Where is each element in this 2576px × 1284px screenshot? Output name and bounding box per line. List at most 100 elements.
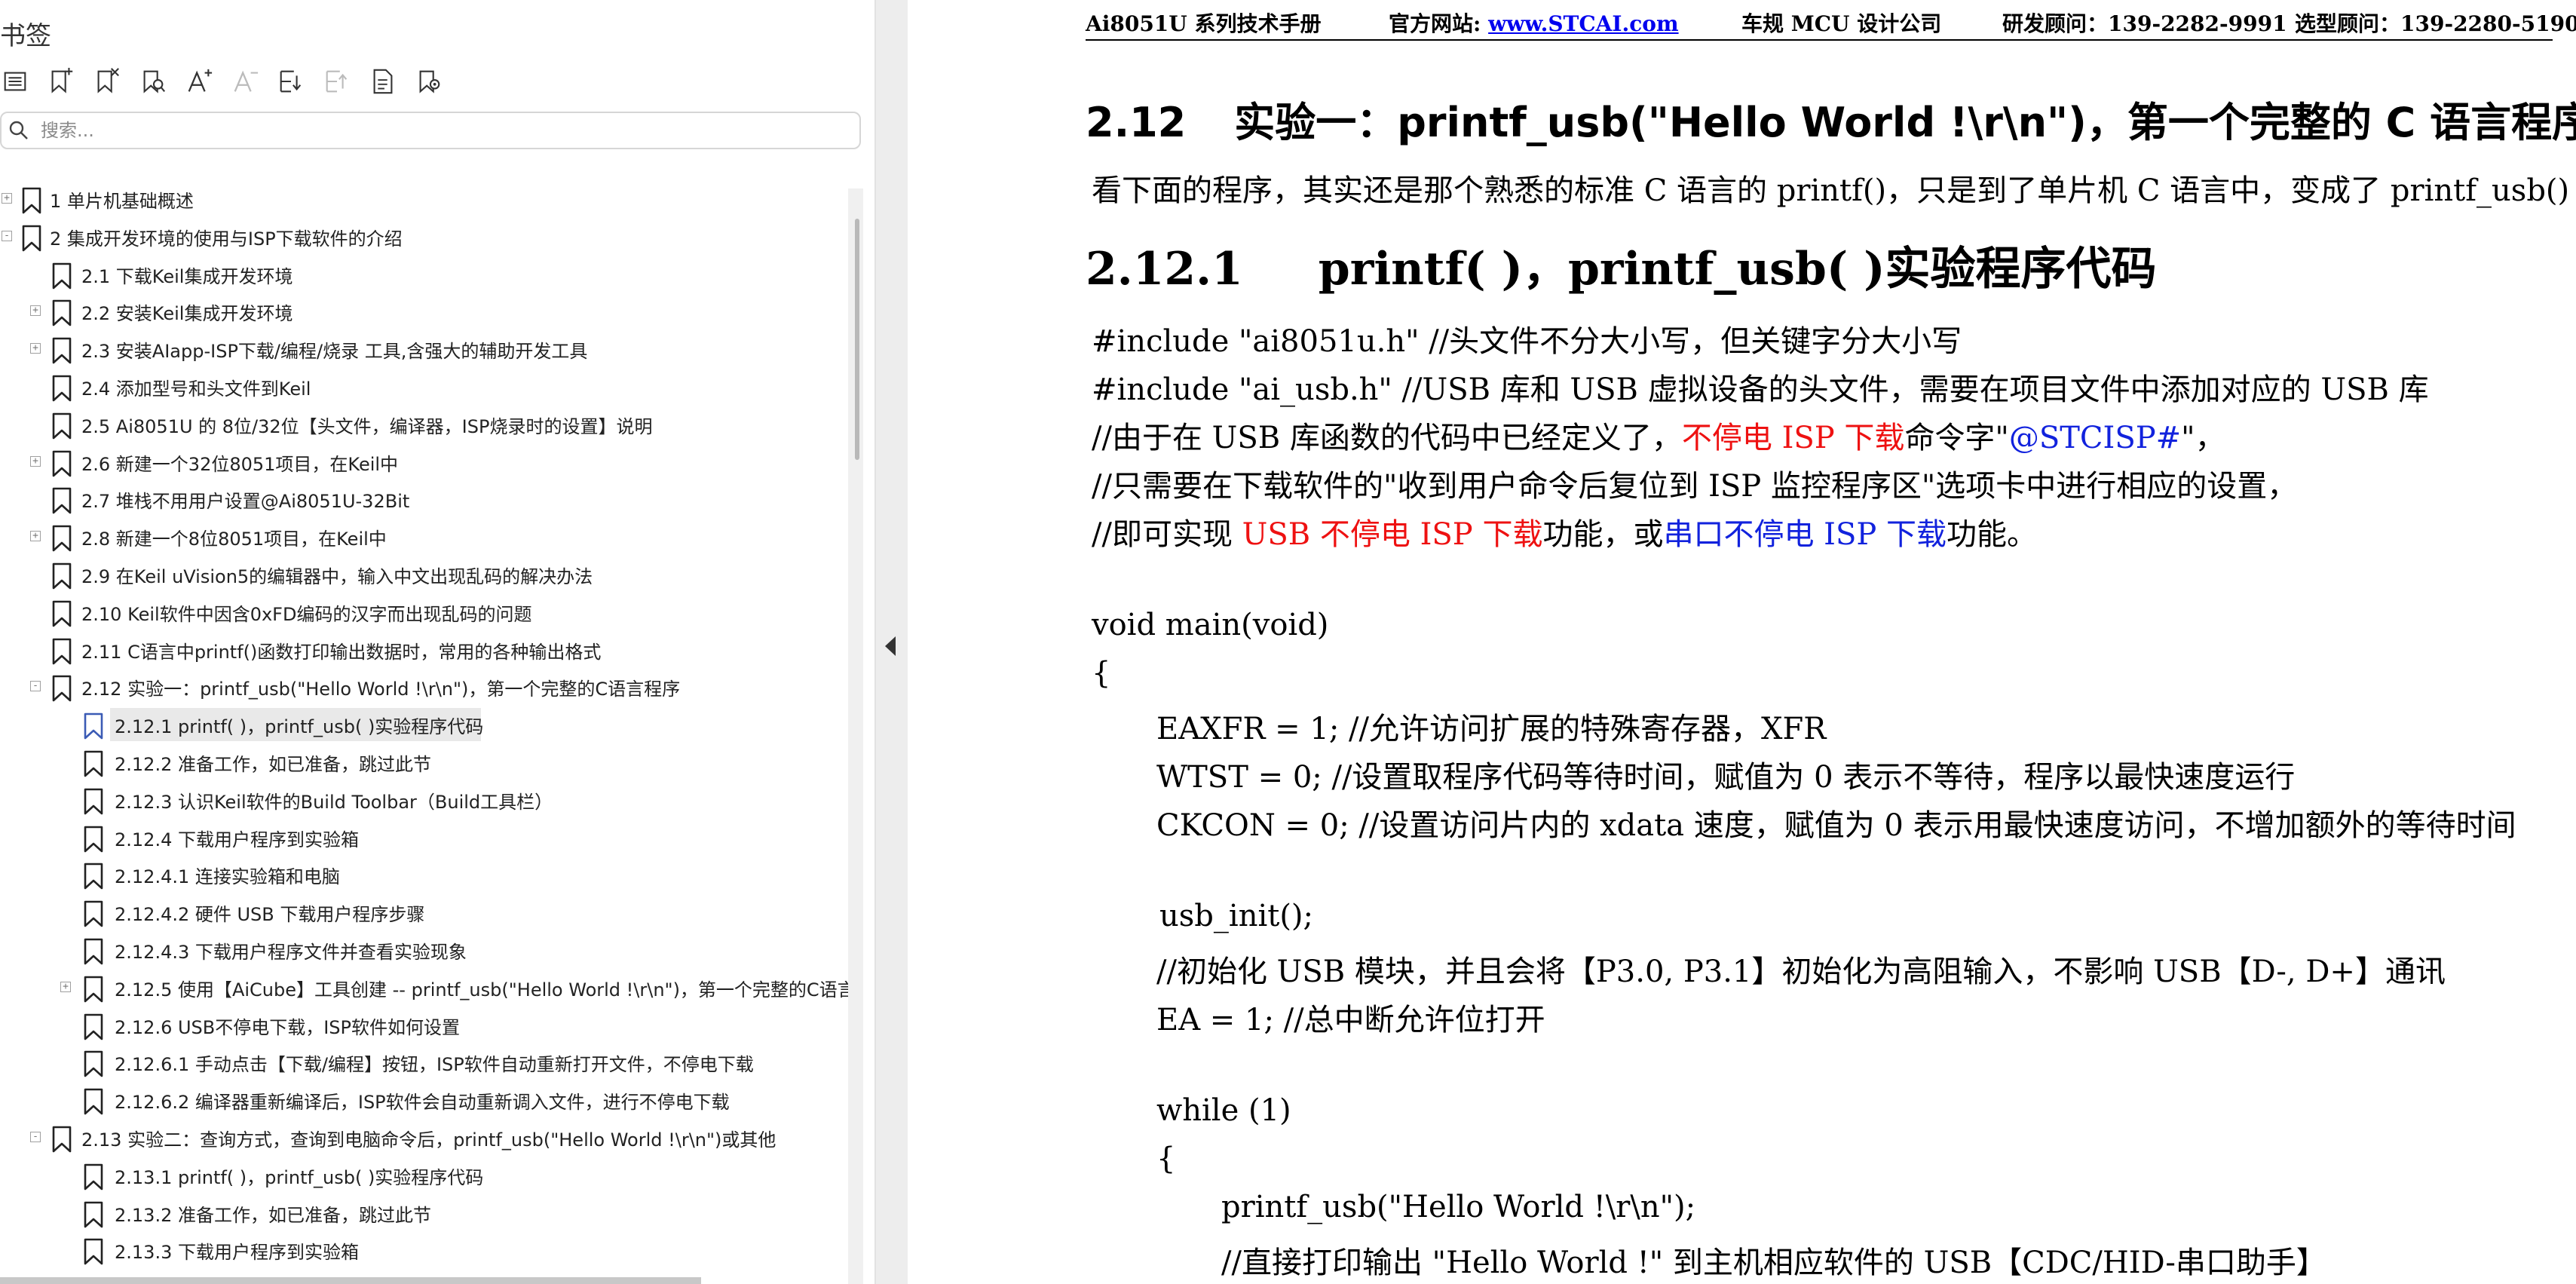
bookmark-item[interactable]: 2.12.4.3 下载用户程序文件并查看实验现象 (0, 932, 848, 968)
list-view-icon[interactable] (0, 66, 30, 97)
bookmark-item[interactable]: 2.12.4.2 硬件 USB 下载用户程序步骤 (0, 894, 848, 930)
list-view-icon (4, 72, 26, 91)
expand-icon[interactable]: + (30, 455, 41, 467)
expand-icon[interactable]: + (2, 193, 12, 204)
bookmark-item[interactable]: 2.9 在Keil uVision5的编辑器中，输入中文出现乱码的解决办法 (0, 556, 848, 593)
bookmark-icon (22, 225, 41, 252)
bookmark-label: 2.12.3 认识Keil软件的Build Toolbar（Build工具栏） (115, 791, 553, 813)
bookmark-item[interactable]: 2.4 添加型号和头文件到Keil (0, 369, 848, 405)
bookmark-item[interactable]: - 2.12 实验一：printf_usb("Hello World !\r\n"… (0, 669, 848, 705)
bookmark-label: 2 集成开发环境的使用与ISP下载软件的介绍 (50, 228, 403, 250)
bookmark-icon (84, 1051, 103, 1077)
bookmark-icon (52, 412, 72, 440)
bookmark-item[interactable]: 2.13.1 printf( )，printf_usb( )实验程序代码 (0, 1157, 848, 1194)
code-line: #include "ai8051u.h" //头文件不分大小写，但关键字分大小写 (1092, 324, 1962, 359)
collapse-bookmark-icon[interactable] (322, 66, 352, 97)
bookmark-label: 2.4 添加型号和头文件到Keil (81, 378, 311, 400)
header-selection-consultant: 选型顾问：139-2280-5190 (2295, 11, 2576, 36)
collapse-icon[interactable]: - (2, 230, 12, 241)
bookmark-label: 2.13.1 printf( )，printf_usb( )实验程序代码 (115, 1166, 484, 1188)
add-child-bookmark-icon[interactable] (368, 66, 398, 97)
bookmark-item[interactable]: 2.10 Keil软件中因含0xFD编码的汉字而出现乱码的问题 (0, 594, 848, 630)
bookmark-icon (52, 1126, 72, 1153)
expand-bookmark-icon (280, 70, 302, 93)
document-view[interactable]: Ai8051U 系列技术手册 官方网站: www.STCAI.com 车规 MC… (908, 0, 2576, 1284)
header-mcu-design: 车规 MCU 设计公司 (1741, 11, 1942, 36)
expand-icon[interactable]: + (30, 343, 41, 354)
bookmarks-title: 书签 (0, 21, 51, 51)
bookmark-search-box[interactable] (0, 112, 861, 149)
bookmark-label: 2.13.3 下载用户程序到实验箱 (115, 1242, 359, 1264)
bookmark-item[interactable]: +2.6 新建一个32位8051项目，在Keil中 (0, 444, 848, 480)
bookmark-icon (52, 638, 72, 664)
bookmark-icon (52, 562, 72, 590)
bookmark-item[interactable]: - 2 集成开发环境的使用与ISP下载软件的介绍 (0, 219, 848, 255)
expand-icon[interactable]: + (30, 305, 41, 317)
bookmark-icon (52, 300, 72, 326)
bookmark-item[interactable]: 2.13.2 准备工作，如已准备，跳过此节 (0, 1195, 848, 1231)
expand-icon[interactable]: + (60, 981, 71, 992)
bookmark-item[interactable]: 2.12.2 准备工作，如已准备，跳过此节 (0, 744, 848, 780)
bookmark-icon (84, 1088, 103, 1115)
collapse-panel-arrow-icon[interactable] (882, 633, 900, 659)
header-website: 官方网站: www.STCAI.com (1389, 11, 1679, 36)
find-bookmark-icon (143, 70, 166, 93)
bookmark-item[interactable]: 2.12.4.1 连接实验箱和电脑 (0, 857, 848, 893)
bookmark-settings-icon[interactable] (414, 66, 444, 97)
expand-icon[interactable]: + (30, 531, 41, 542)
bookmark-item[interactable]: +1 单片机基础概述 (0, 181, 848, 217)
bookmark-item[interactable]: +2.12.5 使用【AiCube】工具创建 -- printf_usb("He… (0, 970, 848, 1006)
bookmark-item[interactable]: 2.7 堆栈不用用户设置@Ai8051U-32Bit (0, 481, 848, 517)
header-rd-consultant: 研发顾问：139-2282-9991 (2002, 11, 2287, 36)
bookmark-item[interactable]: 2.12.6 USB不停电下载，ISP软件如何设置 (0, 1007, 848, 1043)
increase-text-size-icon[interactable] (184, 66, 214, 97)
code-line: #include "ai_usb.h" //USB 库和 USB 虚拟设备的头文… (1092, 372, 2429, 407)
bookmark-item[interactable]: 2.11 C语言中printf()函数打印输出数据时，常用的各种输出格式 (0, 632, 848, 668)
bookmark-item[interactable]: 2.12.6.2 编译器重新编译后，ISP软件会自动重新调入文件，进行不停电下载 (0, 1082, 848, 1118)
code-line: //初始化 USB 模块，并且会将【P3.0, P3.1】初始化为高阻输入，不影… (1156, 955, 2446, 989)
bookmark-label: 1 单片机基础概述 (50, 191, 194, 212)
code-line: EAXFR = 1; //允许访问扩展的特殊寄存器，XFR (1156, 712, 1827, 746)
code-line: //即可实现 USB 不停电 ISP 下载功能，或串口不停电 ISP 下载功能。 (1092, 517, 2037, 552)
bookmark-label: 2.12.2 准备工作，如已准备，跳过此节 (115, 754, 431, 775)
code-line: //由于在 USB 库函数的代码中已经定义了，不停电 ISP 下载命令字"@ST… (1092, 421, 2225, 455)
bookmark-icon (84, 1013, 103, 1040)
expand-bookmark-icon[interactable] (276, 66, 306, 97)
collapse-icon[interactable]: - (30, 681, 41, 692)
bookmark-icon (84, 976, 103, 1003)
increase-text-size-icon (188, 69, 213, 92)
bookmark-item[interactable]: 2.12.6.1 手动点击【下载/编程】按钮，ISP软件自动重新打开文件，不停电… (0, 1044, 848, 1080)
bookmark-icon (52, 450, 72, 477)
bookmark-item[interactable]: +2.3 安装AIapp-ISP下载/编程/烧录 工具,含强大的辅助开发工具 (0, 331, 848, 367)
bookmark-item[interactable]: 2.12.1 printf( )，printf_usb( )实验程序代码 (0, 706, 848, 743)
add-bookmark-icon[interactable] (46, 66, 76, 97)
delete-bookmark-icon[interactable] (92, 66, 122, 97)
bookmark-label: 2.12 实验一：printf_usb("Hello World !\r\n")… (81, 679, 681, 700)
bookmark-item[interactable]: 2.12.3 认识Keil软件的Build Toolbar（Build工具栏） (0, 782, 848, 818)
bookmark-item[interactable]: 2.1 下载Keil集成开发环境 (0, 256, 848, 293)
bookmark-label: 2.2 安装Keil集成开发环境 (81, 303, 293, 325)
bookmark-item[interactable]: 2.12.4 下载用户程序到实验箱 (0, 820, 848, 856)
bookmark-item[interactable]: 2.13.3 下载用户程序到实验箱 (0, 1232, 848, 1268)
bookmark-label: 2.11 C语言中printf()函数打印输出数据时，常用的各种输出格式 (81, 641, 602, 663)
bookmark-icon (52, 337, 72, 364)
bookmark-label: 2.12.6 USB不停电下载，ISP软件如何设置 (115, 1016, 461, 1038)
horizontal-scrollbar[interactable] (0, 1277, 701, 1284)
website-link[interactable]: www.STCAI.com (1488, 11, 1679, 36)
bookmark-item[interactable]: +2.8 新建一个8位8051项目，在Keil中 (0, 519, 848, 555)
bookmark-icon (52, 488, 72, 514)
decrease-text-size-icon[interactable] (230, 66, 260, 97)
bookmark-item[interactable]: +2.2 安装Keil集成开发环境 (0, 293, 848, 329)
code-line: WTST = 0; //设置取程序代码等待时间，赋值为 0 表示不等待，程序以最… (1156, 760, 2296, 795)
bookmark-icon (52, 676, 72, 702)
search-input[interactable] (39, 119, 856, 142)
find-bookmark-icon[interactable] (138, 66, 168, 97)
search-icon (9, 121, 28, 139)
bookmark-item[interactable]: 2.5 Ai8051U 的 8位/32位【头文件，编译器，ISP烧录时的设置】说… (0, 406, 848, 443)
bookmark-scrollbar-thumb[interactable] (855, 219, 859, 460)
code-line: { (1156, 1142, 1176, 1176)
collapse-icon[interactable]: - (30, 1132, 41, 1142)
bookmark-item[interactable]: - 2.13 实验二：查询方式，查询到电脑命令后，printf_usb("Hell… (0, 1120, 848, 1156)
bookmark-label: 2.10 Keil软件中因含0xFD编码的汉字而出现乱码的问题 (81, 603, 532, 625)
bookmark-icon (52, 375, 72, 402)
